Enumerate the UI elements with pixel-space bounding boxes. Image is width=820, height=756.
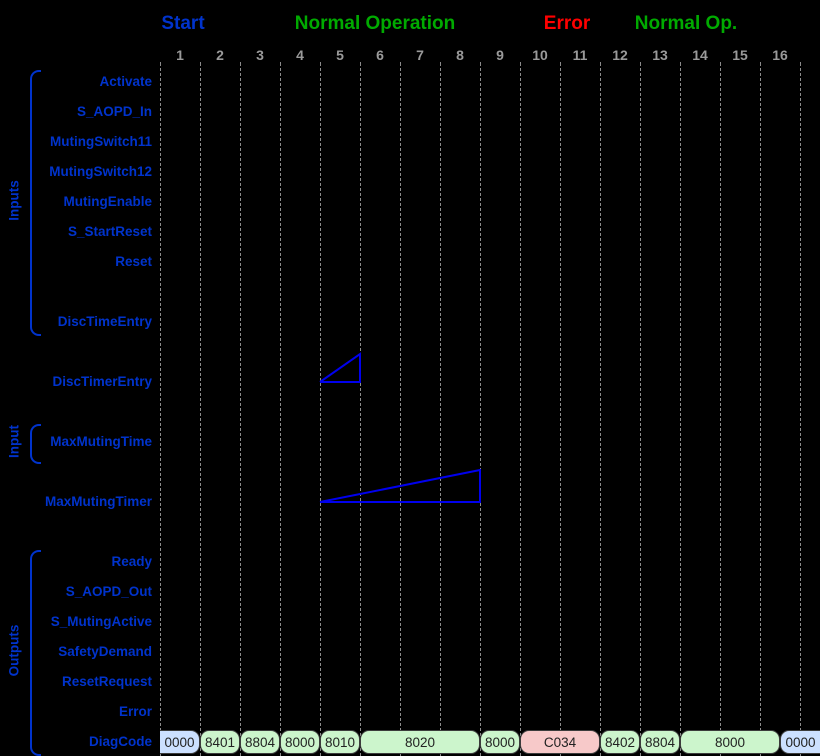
diagcode-cell-10[interactable]: 8000 xyxy=(680,730,780,754)
tick-mark-6 xyxy=(400,62,401,66)
row-label-max-muting-timer: MaxMutingTimer xyxy=(44,494,152,509)
tick-mark-15 xyxy=(760,62,761,66)
row-label-reset-request: ResetRequest xyxy=(61,674,152,689)
diagcode-cell-4[interactable]: 8010 xyxy=(320,730,360,754)
gridline-9 xyxy=(520,68,521,756)
diagcode-cell-9[interactable]: 8804 xyxy=(640,730,680,754)
diagcode-cell-1[interactable]: 8401 xyxy=(200,730,240,754)
tick-number-8: 8 xyxy=(456,47,464,63)
phase-label-start: Start xyxy=(161,13,205,34)
diagcode-row: 0000 8401 8804 8000 8010 8020 8000 C034 8402 8804… xyxy=(160,730,820,754)
tick-number-12: 12 xyxy=(612,47,628,63)
gridline-15 xyxy=(760,68,761,756)
group-label-inputs: Inputs xyxy=(6,180,22,221)
gridline-8 xyxy=(480,68,481,756)
row-label-s-aopd-out: S_AOPD_Out xyxy=(65,584,152,599)
gridline-12 xyxy=(640,68,641,756)
row-label-error: Error xyxy=(118,704,152,719)
tick-number-16: 16 xyxy=(772,47,788,63)
row-label-ready: Ready xyxy=(111,554,152,569)
row-label-s-aopd-in: S_AOPD_In xyxy=(76,104,152,119)
tick-number-4: 4 xyxy=(296,47,304,63)
tick-mark-1 xyxy=(200,62,201,66)
tick-mark-7 xyxy=(440,62,441,66)
tick-number-13: 13 xyxy=(652,47,668,63)
gridline-11 xyxy=(600,68,601,756)
row-label-s-muting-active: S_MutingActive xyxy=(50,614,152,629)
gridline-5 xyxy=(360,68,361,756)
group-bracket-inputs xyxy=(30,70,41,336)
row-label-activate: Activate xyxy=(99,74,152,89)
tick-number-7: 7 xyxy=(416,47,424,63)
diagcode-cell-2[interactable]: 8804 xyxy=(240,730,280,754)
tick-mark-2 xyxy=(240,62,241,66)
tick-mark-3 xyxy=(280,62,281,66)
diagcode-cell-8[interactable]: 8402 xyxy=(600,730,640,754)
tick-mark-16 xyxy=(800,62,801,66)
gridline-16 xyxy=(800,68,801,756)
row-label-diag-code: DiagCode xyxy=(88,734,152,749)
tick-mark-13 xyxy=(680,62,681,66)
diagcode-cell-6[interactable]: 8000 xyxy=(480,730,520,754)
row-label-disc-timer-entry: DiscTimerEntry xyxy=(52,374,152,389)
gridline-0 xyxy=(160,68,161,756)
timing-diagram: Start Normal Operation Error Normal Op. 1 2 3 4… xyxy=(0,0,820,756)
group-bracket-outputs xyxy=(30,550,41,756)
tick-number-14: 14 xyxy=(692,47,708,63)
row-label-safety-demand: SafetyDemand xyxy=(58,644,152,659)
gridline-6 xyxy=(400,68,401,756)
row-label-max-muting-time: MaxMutingTime xyxy=(50,434,152,449)
tick-number-2: 2 xyxy=(216,47,224,63)
diagcode-cell-0[interactable]: 0000 xyxy=(160,730,200,754)
tick-mark-9 xyxy=(520,62,521,66)
row-label-s-start-reset: S_StartReset xyxy=(67,224,152,239)
tick-number-6: 6 xyxy=(376,47,384,63)
diagcode-cell-3[interactable]: 8000 xyxy=(280,730,320,754)
diagcode-cell-11[interactable]: 0000 xyxy=(780,730,820,754)
tick-mark-10 xyxy=(560,62,561,66)
tick-number-3: 3 xyxy=(256,47,264,63)
phase-label-error: Error xyxy=(543,13,591,34)
tick-mark-11 xyxy=(600,62,601,66)
tick-mark-5 xyxy=(360,62,361,66)
disc-timer-entry-ramp xyxy=(319,352,361,383)
row-label-disc-time-entry: DiscTimeEntry xyxy=(57,314,152,329)
gridline-2 xyxy=(240,68,241,756)
diagcode-cell-5[interactable]: 8020 xyxy=(360,730,480,754)
tick-mark-12 xyxy=(640,62,641,66)
phase-label-normal-operation: Normal Operation xyxy=(294,13,456,34)
gridline-10 xyxy=(560,68,561,756)
tick-mark-14 xyxy=(720,62,721,66)
gridline-14 xyxy=(720,68,721,756)
gridline-4 xyxy=(320,68,321,756)
row-label-reset: Reset xyxy=(115,254,152,269)
tick-number-10: 10 xyxy=(532,47,548,63)
tick-number-15: 15 xyxy=(732,47,748,63)
gridline-13 xyxy=(680,68,681,756)
tick-mark-8 xyxy=(480,62,481,66)
phase-label-normal-op: Normal Op. xyxy=(634,13,738,34)
group-bracket-input xyxy=(30,424,41,464)
gridline-7 xyxy=(440,68,441,756)
tick-number-1: 1 xyxy=(176,47,184,63)
tick-mark-0 xyxy=(160,62,161,66)
group-label-input: Input xyxy=(6,425,22,458)
row-label-muting-enable: MutingEnable xyxy=(63,194,153,209)
diagcode-cell-7[interactable]: C034 xyxy=(520,730,600,754)
max-muting-timer-ramp xyxy=(319,468,481,503)
group-label-outputs: Outputs xyxy=(6,624,22,677)
tick-mark-4 xyxy=(320,62,321,66)
tick-number-9: 9 xyxy=(496,47,504,63)
gridline-3 xyxy=(280,68,281,756)
tick-number-11: 11 xyxy=(572,47,588,63)
row-label-muting-switch-11: MutingSwitch11 xyxy=(49,134,152,149)
row-label-muting-switch-12: MutingSwitch12 xyxy=(49,164,152,179)
tick-number-5: 5 xyxy=(336,47,344,63)
gridline-1 xyxy=(200,68,201,756)
